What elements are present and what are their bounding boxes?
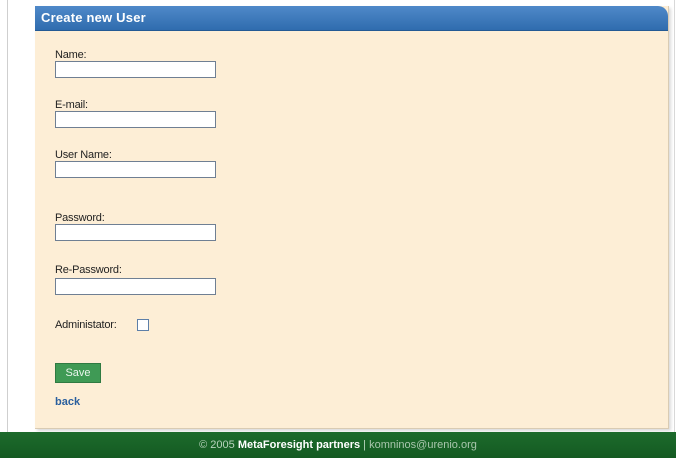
repassword-input[interactable] <box>55 278 216 295</box>
name-input[interactable] <box>55 61 216 78</box>
password-label: Password: <box>55 212 105 224</box>
page: Create new User Name: E-mail: User Name:… <box>0 0 676 458</box>
save-button[interactable]: Save <box>55 363 101 383</box>
create-user-panel: Create new User Name: E-mail: User Name:… <box>35 6 669 429</box>
password-input[interactable] <box>55 224 216 241</box>
footer: © 2005 MetaForesight partners | komninos… <box>0 432 676 458</box>
name-label: Name: <box>55 49 87 61</box>
left-border-rule <box>7 0 8 432</box>
username-label: User Name: <box>55 149 112 161</box>
username-input[interactable] <box>55 161 216 178</box>
right-border-rule <box>674 0 675 432</box>
back-link[interactable]: back <box>55 396 80 408</box>
administrator-checkbox[interactable] <box>137 319 149 331</box>
panel-title: Create new User <box>41 10 146 25</box>
footer-copyright: © 2005 <box>199 439 235 451</box>
footer-email: komninos@urenio.org <box>369 439 477 451</box>
email-label: E-mail: <box>55 99 88 111</box>
repassword-label: Re-Password: <box>55 264 122 276</box>
email-input[interactable] <box>55 111 216 128</box>
footer-org-name: MetaForesight partners <box>237 439 361 451</box>
panel-header: Create new User <box>35 6 668 31</box>
administrator-label: Administator: <box>55 319 117 331</box>
footer-separator: | <box>363 439 367 451</box>
